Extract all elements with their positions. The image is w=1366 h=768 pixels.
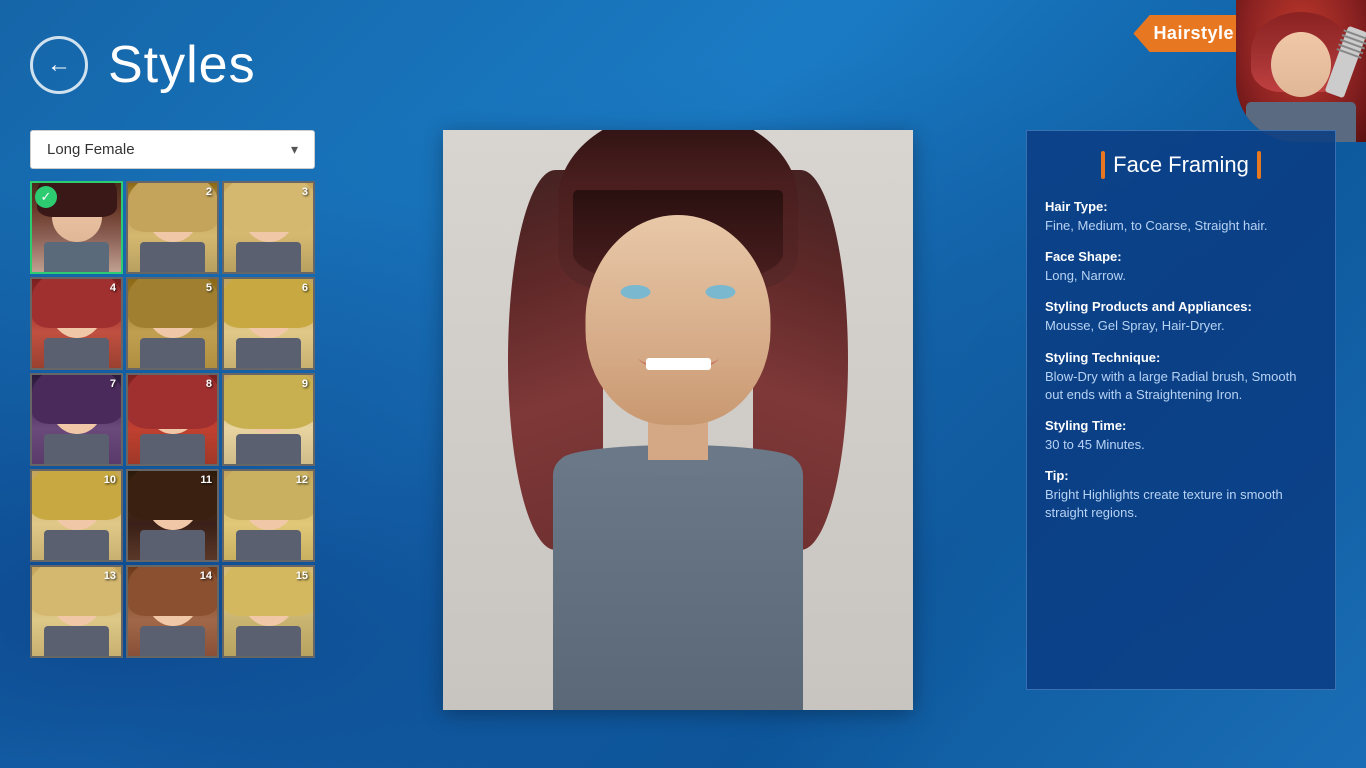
info-label: Styling Products and Appliances:: [1045, 299, 1317, 314]
list-item[interactable]: 2: [126, 181, 219, 274]
info-value: Fine, Medium, to Coarse, Straight hair.: [1045, 217, 1317, 235]
style-number: 9: [302, 378, 308, 390]
style-number: 7: [110, 378, 116, 390]
style-number: 8: [206, 378, 212, 390]
preview-image: [443, 130, 913, 710]
style-thumbnail: [128, 375, 217, 464]
style-thumbnail: [224, 375, 313, 464]
info-section-styling-products: Styling Products and Appliances: Mousse,…: [1045, 299, 1317, 335]
style-number: 2: [206, 186, 212, 198]
dropdown-selected: Long Female: [47, 141, 135, 158]
style-number: 12: [296, 474, 308, 486]
info-section-tip: Tip: Bright Highlights create texture in…: [1045, 468, 1317, 522]
info-label: Hair Type:: [1045, 199, 1317, 214]
style-thumbnail: [32, 375, 121, 464]
list-item[interactable]: ✓: [30, 181, 123, 274]
info-section-styling-technique: Styling Technique: Blow-Dry with a large…: [1045, 350, 1317, 404]
info-label: Tip:: [1045, 468, 1317, 483]
selected-checkmark: ✓: [35, 186, 57, 208]
style-thumbnail: [224, 279, 313, 368]
main-content: Long Female ▾ ✓: [0, 130, 1366, 768]
list-item[interactable]: 14: [126, 565, 219, 658]
center-panel: [330, 130, 1026, 768]
list-item[interactable]: 9: [222, 373, 315, 466]
header: ← Styles Hairstyle PRO: [0, 0, 1366, 130]
list-item[interactable]: 10: [30, 469, 123, 562]
list-item[interactable]: 11: [126, 469, 219, 562]
info-value: 30 to 45 Minutes.: [1045, 436, 1317, 454]
info-value: Long, Narrow.: [1045, 267, 1317, 285]
list-item[interactable]: 7: [30, 373, 123, 466]
style-thumbnail: [32, 279, 121, 368]
info-title-text: Face Framing: [1113, 152, 1249, 178]
back-button[interactable]: ←: [30, 36, 88, 94]
list-item[interactable]: 15: [222, 565, 315, 658]
title-accent-left: [1101, 151, 1105, 179]
list-item[interactable]: 4: [30, 277, 123, 370]
list-item[interactable]: 12: [222, 469, 315, 562]
list-item[interactable]: 5: [126, 277, 219, 370]
style-number: 11: [200, 474, 212, 486]
info-section-hair-type: Hair Type: Fine, Medium, to Coarse, Stra…: [1045, 199, 1317, 235]
info-value: Mousse, Gel Spray, Hair-Dryer.: [1045, 317, 1317, 335]
page-title: Styles: [108, 35, 256, 95]
info-section-styling-time: Styling Time: 30 to 45 Minutes.: [1045, 418, 1317, 454]
style-thumbnail: [128, 183, 217, 272]
list-item[interactable]: 3: [222, 181, 315, 274]
chevron-down-icon: ▾: [291, 141, 298, 158]
style-thumbnail: [224, 183, 313, 272]
list-item[interactable]: 6: [222, 277, 315, 370]
style-number: 6: [302, 282, 308, 294]
style-number: 3: [302, 186, 308, 198]
style-number: 10: [104, 474, 116, 486]
title-accent-right: [1257, 151, 1261, 179]
back-icon: ←: [47, 51, 71, 79]
info-value: Blow-Dry with a large Radial brush, Smoo…: [1045, 368, 1317, 404]
list-item[interactable]: 13: [30, 565, 123, 658]
info-label: Face Shape:: [1045, 249, 1317, 264]
brand-avatar: [1236, 0, 1366, 142]
style-number: 4: [110, 282, 116, 294]
info-label: Styling Technique:: [1045, 350, 1317, 365]
info-value: Bright Highlights create texture in smoo…: [1045, 486, 1317, 522]
style-grid: ✓ 2: [30, 181, 315, 658]
style-picker: Long Female ▾ ✓: [30, 130, 330, 768]
brand-area: Hairstyle PRO: [1056, 0, 1366, 142]
info-panel: Face Framing Hair Type: Fine, Medium, to…: [1026, 130, 1336, 690]
style-number: 15: [296, 570, 308, 582]
info-section-face-shape: Face Shape: Long, Narrow.: [1045, 249, 1317, 285]
category-dropdown[interactable]: Long Female ▾: [30, 130, 315, 169]
style-thumbnail: [128, 279, 217, 368]
list-item[interactable]: 8: [126, 373, 219, 466]
style-number: 5: [206, 282, 212, 294]
style-number: 14: [200, 570, 212, 582]
preview-frame: [443, 130, 913, 710]
info-panel-title: Face Framing: [1045, 151, 1317, 179]
style-number: 13: [104, 570, 116, 582]
info-label: Styling Time:: [1045, 418, 1317, 433]
